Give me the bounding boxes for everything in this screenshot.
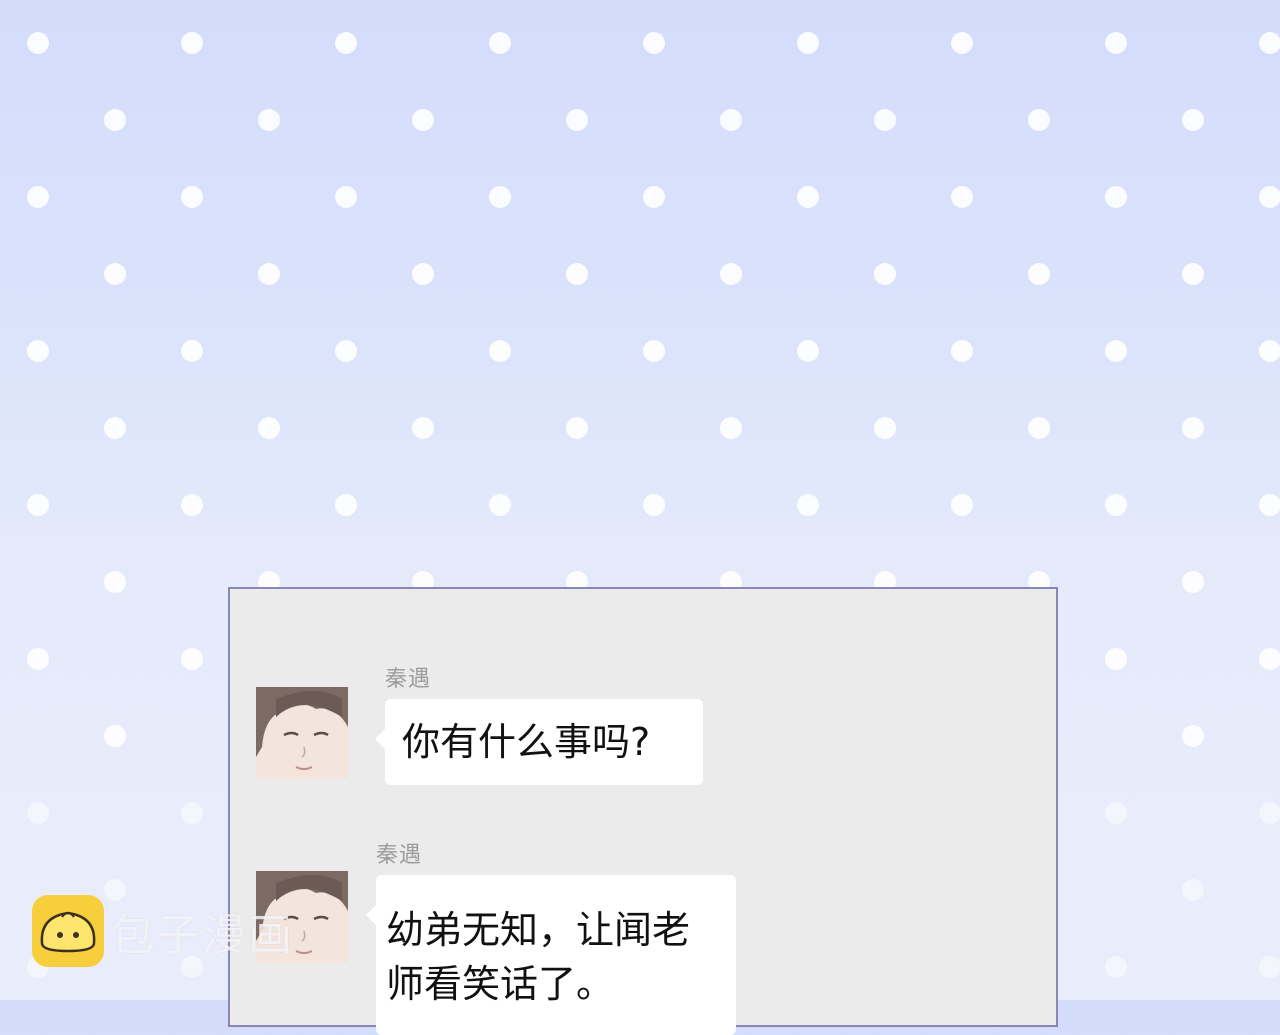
background-dot bbox=[1028, 417, 1050, 439]
background-dot bbox=[104, 109, 126, 131]
background-dot bbox=[566, 109, 588, 131]
background-dot bbox=[27, 648, 49, 670]
chat-window: 秦遇 你有什么事吗? 秦遇 幼弟无知，让闻老 师看笑话了。 bbox=[228, 587, 1058, 1035]
background-dot bbox=[1259, 186, 1280, 208]
watermark-text: 包子漫画 bbox=[110, 910, 294, 961]
background-dot bbox=[335, 186, 357, 208]
background-dot bbox=[335, 32, 357, 54]
background-dot bbox=[1182, 263, 1204, 285]
background-dot bbox=[181, 648, 203, 670]
sender-name: 秦遇 bbox=[376, 843, 423, 868]
background-dot bbox=[1105, 32, 1127, 54]
background-dot bbox=[951, 494, 973, 516]
background-dot bbox=[951, 32, 973, 54]
background-dot bbox=[1259, 802, 1280, 824]
background-dot bbox=[1182, 725, 1204, 747]
message-text: 你有什么事吗? bbox=[402, 720, 651, 764]
background-dot bbox=[797, 186, 819, 208]
background-dot bbox=[1259, 648, 1280, 670]
background-dot bbox=[181, 186, 203, 208]
background-dot bbox=[1182, 571, 1204, 593]
background-dot bbox=[1105, 956, 1127, 978]
background-dot bbox=[1105, 340, 1127, 362]
background-dot bbox=[874, 109, 896, 131]
background-dot bbox=[104, 725, 126, 747]
background-dot bbox=[951, 186, 973, 208]
message-bubble: 幼弟无知，让闻老 师看笑话了。 bbox=[366, 875, 736, 1035]
character-portrait-icon bbox=[256, 687, 348, 779]
background-dot bbox=[1105, 186, 1127, 208]
background-dot bbox=[258, 263, 280, 285]
background-dot bbox=[258, 417, 280, 439]
background-dot bbox=[720, 263, 742, 285]
background-dot bbox=[566, 263, 588, 285]
background-dot bbox=[797, 340, 819, 362]
background-dot bbox=[1028, 263, 1050, 285]
background-dot bbox=[643, 340, 665, 362]
background-dot bbox=[27, 340, 49, 362]
background-dot bbox=[489, 32, 511, 54]
background-dot bbox=[1259, 494, 1280, 516]
background-dot bbox=[489, 186, 511, 208]
background-dot bbox=[951, 340, 973, 362]
background-dot bbox=[797, 32, 819, 54]
message-text-line: 师看笑话了。 bbox=[386, 962, 615, 1006]
background-dot bbox=[27, 802, 49, 824]
message-text-line: 幼弟无知，让闻老 bbox=[386, 908, 691, 952]
sender-name: 秦遇 bbox=[385, 667, 432, 692]
background-dot bbox=[27, 186, 49, 208]
background-dot bbox=[27, 494, 49, 516]
avatar bbox=[256, 687, 348, 779]
background-dot bbox=[104, 417, 126, 439]
message-bubble: 你有什么事吗? bbox=[375, 699, 703, 785]
background-dot bbox=[104, 263, 126, 285]
background-dot bbox=[1105, 494, 1127, 516]
background-dot bbox=[1182, 879, 1204, 901]
background-dot bbox=[335, 340, 357, 362]
background-dot bbox=[181, 32, 203, 54]
background-dot bbox=[412, 109, 434, 131]
background-dot bbox=[412, 417, 434, 439]
background-dot bbox=[1028, 109, 1050, 131]
background-dot bbox=[258, 109, 280, 131]
background-dot bbox=[181, 802, 203, 824]
background-dot bbox=[643, 186, 665, 208]
background-dot bbox=[104, 571, 126, 593]
background-dot bbox=[1259, 956, 1280, 978]
background-dot bbox=[181, 340, 203, 362]
background-dot bbox=[489, 340, 511, 362]
background-dot bbox=[335, 494, 357, 516]
background-dot bbox=[797, 494, 819, 516]
background-dot bbox=[412, 263, 434, 285]
background-dot bbox=[1182, 109, 1204, 131]
background-dot bbox=[181, 494, 203, 516]
background-dot bbox=[1259, 340, 1280, 362]
background-dot bbox=[874, 263, 896, 285]
background-dot bbox=[643, 494, 665, 516]
background-dot bbox=[643, 32, 665, 54]
background-dot bbox=[1105, 802, 1127, 824]
site-watermark: 包子漫画 bbox=[32, 895, 294, 967]
background-dot bbox=[874, 417, 896, 439]
background-dot bbox=[720, 417, 742, 439]
background-dot bbox=[1105, 648, 1127, 670]
background-dot bbox=[489, 494, 511, 516]
background-dot bbox=[1259, 32, 1280, 54]
background-dot bbox=[27, 32, 49, 54]
background-dot bbox=[720, 109, 742, 131]
background-dot bbox=[566, 417, 588, 439]
background-dot bbox=[1182, 417, 1204, 439]
bun-mascot-icon bbox=[32, 895, 104, 967]
